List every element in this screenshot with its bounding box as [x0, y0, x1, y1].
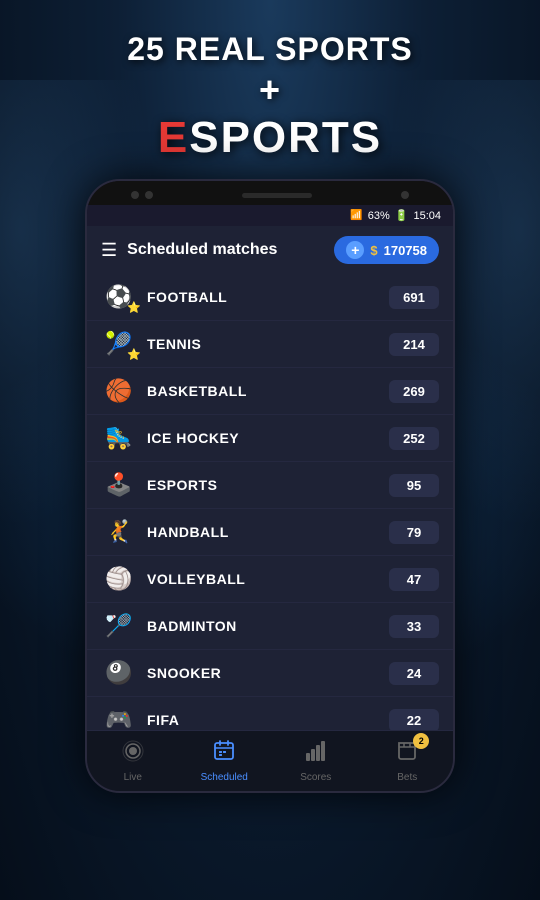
sport-name: VOLLEYBALL: [147, 571, 389, 587]
nav-scores[interactable]: Scores: [270, 731, 362, 791]
speaker-bar: [242, 193, 312, 198]
nav-scores-label: Scores: [300, 772, 331, 783]
star-icon: ⭐: [127, 348, 141, 361]
dot-1: [131, 191, 139, 199]
sport-count[interactable]: 214: [389, 333, 439, 356]
promo-line1: 25 REAL SPORTS: [127, 31, 412, 67]
sport-count[interactable]: 269: [389, 380, 439, 403]
sport-item-volleyball[interactable]: 🏐 VOLLEYBALL47: [87, 556, 453, 603]
sport-name: BADMINTON: [147, 618, 389, 634]
sport-count[interactable]: 47: [389, 568, 439, 591]
sport-item-handball[interactable]: 🤾 HANDBALL79: [87, 509, 453, 556]
nav-live-label: Live: [124, 772, 142, 783]
phone-frame: 📶 63% 🔋 15:04 ☰ Scheduled matches + $ 17…: [85, 179, 455, 793]
dot-camera: [401, 191, 409, 199]
nav-bets[interactable]: 2 Bets: [362, 731, 454, 791]
battery-icon: 🔋: [395, 209, 409, 222]
wifi-icon: 📶: [350, 210, 362, 221]
page-title: Scheduled matches: [127, 241, 324, 259]
sport-emoji: 🏀: [101, 378, 137, 404]
sport-name: TENNIS: [147, 336, 389, 352]
app-header: ☰ Scheduled matches + $ 170758: [87, 226, 453, 274]
dollar-sign: $: [370, 243, 377, 258]
nav-scheduled-label: Scheduled: [201, 772, 248, 783]
promo-esports: ESPORTS: [158, 113, 382, 162]
camera-dots: [131, 191, 153, 199]
nav-bets-label: Bets: [397, 772, 417, 783]
sport-emoji: 🏐: [101, 566, 137, 592]
scheduled-icon: [212, 739, 236, 769]
sport-count[interactable]: 33: [389, 615, 439, 638]
add-funds-icon: +: [346, 241, 364, 259]
sport-emoji: 🎱: [101, 660, 137, 686]
sport-name: SNOOKER: [147, 665, 389, 681]
sport-emoji: 🎾⭐: [101, 331, 137, 357]
sport-emoji: 🏸: [101, 613, 137, 639]
sport-emoji: 🕹️: [101, 472, 137, 498]
sport-count[interactable]: 252: [389, 427, 439, 450]
bottom-nav: Live Scheduled: [87, 730, 453, 791]
sport-item-ice-hockey[interactable]: 🛼 ICE HOCKEY252: [87, 415, 453, 462]
sport-item-tennis[interactable]: 🎾⭐ TENNIS214: [87, 321, 453, 368]
promo-section: 25 REAL SPORTS + ESPORTS: [0, 0, 540, 179]
sport-name: HANDBALL: [147, 524, 389, 540]
sport-item-badminton[interactable]: 🏸 BADMINTON33: [87, 603, 453, 650]
menu-button[interactable]: ☰: [101, 240, 117, 261]
sport-name: ESPORTS: [147, 477, 389, 493]
balance-amount: 170758: [384, 243, 427, 258]
sport-item-football[interactable]: ⚽⭐ FOOTBALL691: [87, 274, 453, 321]
status-bar: 📶 63% 🔋 15:04: [87, 205, 453, 226]
sport-emoji: 🤾: [101, 519, 137, 545]
sport-emoji: ⚽⭐: [101, 284, 137, 310]
sport-item-basketball[interactable]: 🏀 BASKETBALL269: [87, 368, 453, 415]
promo-plus: +: [0, 68, 540, 111]
sport-name: ICE HOCKEY: [147, 430, 389, 446]
live-icon: [121, 739, 145, 769]
sport-count[interactable]: 79: [389, 521, 439, 544]
sport-count[interactable]: 95: [389, 474, 439, 497]
sport-count[interactable]: 24: [389, 662, 439, 685]
sport-item-snooker[interactable]: 🎱 SNOOKER24: [87, 650, 453, 697]
sport-item-esports[interactable]: 🕹️ ESPORTS95: [87, 462, 453, 509]
dot-2: [145, 191, 153, 199]
bets-badge-container: 2: [395, 739, 419, 769]
sport-name: FOOTBALL: [147, 289, 389, 305]
bets-badge: 2: [413, 733, 429, 749]
promo-title: 25 REAL SPORTS + ESPORTS: [0, 30, 540, 164]
sport-emoji: 🛼: [101, 425, 137, 451]
sport-name: FIFA: [147, 712, 389, 728]
bets-icon: [395, 746, 419, 768]
sports-list: ⚽⭐ FOOTBALL691 🎾⭐ TENNIS214 🏀 BASKETBALL269 🛼 I…: [87, 274, 453, 791]
promo-rest: SPORTS: [189, 113, 382, 162]
nav-live[interactable]: Live: [87, 731, 179, 791]
phone-top: [87, 181, 453, 205]
time-display: 15:04: [413, 210, 441, 222]
star-icon: ⭐: [127, 301, 141, 314]
battery-percent: 63%: [368, 210, 390, 222]
scores-icon: [304, 739, 328, 769]
balance-button[interactable]: + $ 170758: [334, 236, 439, 264]
promo-e: E: [158, 113, 189, 162]
sport-count[interactable]: 22: [389, 709, 439, 732]
sport-name: BASKETBALL: [147, 383, 389, 399]
nav-scheduled[interactable]: Scheduled: [179, 731, 271, 791]
sport-count[interactable]: 691: [389, 286, 439, 309]
